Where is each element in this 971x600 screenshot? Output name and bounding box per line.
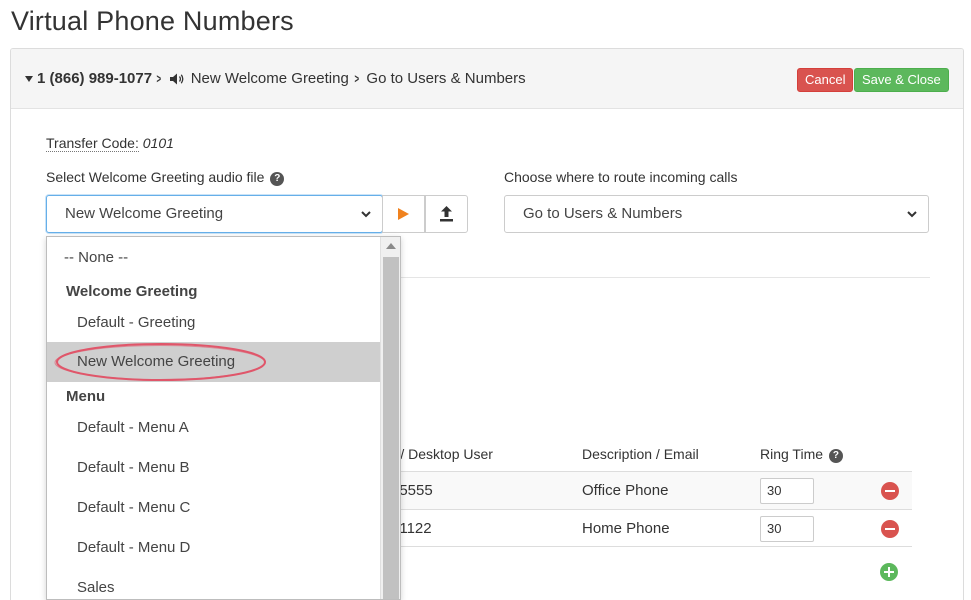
row-description: Office Phone	[582, 482, 669, 499]
option-default-greeting[interactable]: Default - Greeting	[47, 303, 382, 343]
chevron-down-icon	[907, 211, 917, 218]
upload-icon	[440, 206, 453, 222]
scroll-up-arrow-icon[interactable]	[386, 243, 396, 249]
option-menu-b[interactable]: Default - Menu B	[47, 448, 382, 488]
play-icon	[398, 208, 409, 220]
page-title: Virtual Phone Numbers	[11, 6, 294, 36]
route-select[interactable]: Go to Users & Numbers	[504, 195, 929, 233]
breadcrumb-greeting[interactable]: New Welcome Greeting	[191, 70, 349, 87]
route-field-label: Choose where to route incoming calls	[504, 169, 738, 185]
greeting-select[interactable]: New Welcome Greeting	[46, 195, 383, 233]
dropdown-scrollbar[interactable]	[380, 237, 400, 599]
option-menu-c[interactable]: Default - Menu C	[47, 488, 382, 528]
save-close-button[interactable]: Save & Close	[854, 68, 949, 92]
transfer-code-label: Transfer Code:	[46, 135, 139, 152]
remove-icon[interactable]	[881, 482, 899, 500]
help-icon[interactable]: ?	[270, 172, 285, 186]
option-new-welcome-greeting[interactable]: New Welcome Greeting	[47, 342, 382, 382]
greeting-label-text: Select Welcome Greeting audio file	[46, 169, 265, 185]
scrollbar-thumb[interactable]	[383, 257, 399, 599]
table-row: 5-1122 Home Phone 30	[381, 509, 912, 547]
optgroup-menu: Menu	[66, 388, 106, 405]
breadcrumb: 1 (866) 989-1077 > New Welcome Greeting …	[25, 70, 526, 87]
remove-icon[interactable]	[881, 520, 899, 538]
row-description: Home Phone	[582, 520, 670, 537]
ring-time-input[interactable]: 30	[760, 516, 814, 542]
breadcrumb-route[interactable]: Go to Users & Numbers	[366, 70, 525, 87]
ring-time-label: Ring Time	[760, 446, 824, 462]
option-none[interactable]: -- None --	[47, 238, 382, 278]
greeting-select-value: New Welcome Greeting	[65, 205, 224, 222]
upload-button[interactable]	[425, 195, 468, 233]
transfer-code: Transfer Code: 0101	[46, 135, 174, 152]
greeting-dropdown-list: -- None -- Welcome Greeting Default - Gr…	[46, 236, 401, 600]
route-select-value: Go to Users & Numbers	[523, 205, 683, 222]
option-menu-d[interactable]: Default - Menu D	[47, 528, 382, 568]
panel-header: 1 (866) 989-1077 > New Welcome Greeting …	[11, 49, 963, 109]
chevron-right-icon: >	[156, 71, 162, 86]
play-button[interactable]	[382, 195, 425, 233]
greeting-field-label: Select Welcome Greeting audio file ?	[46, 169, 285, 186]
transfer-code-value: 0101	[142, 135, 174, 151]
ring-time-input[interactable]: 30	[760, 478, 814, 504]
chevron-down-icon	[361, 211, 371, 218]
cancel-button[interactable]: Cancel	[797, 68, 854, 92]
caret-down-icon[interactable]	[25, 75, 33, 82]
optgroup-welcome-greeting: Welcome Greeting	[66, 283, 198, 300]
chevron-right-icon: >	[354, 71, 359, 86]
column-header-description: Description / Email	[582, 446, 699, 462]
table-row: 5-5555 Office Phone 30	[381, 471, 912, 509]
option-menu-a[interactable]: Default - Menu A	[47, 408, 382, 448]
column-header-ring-time: Ring Time ?	[760, 446, 843, 463]
speaker-icon	[169, 73, 184, 84]
add-icon[interactable]	[880, 563, 898, 581]
option-sales[interactable]: Sales	[47, 568, 382, 599]
help-icon[interactable]: ?	[828, 449, 843, 463]
breadcrumb-phone[interactable]: 1 (866) 989-1077	[37, 70, 152, 87]
